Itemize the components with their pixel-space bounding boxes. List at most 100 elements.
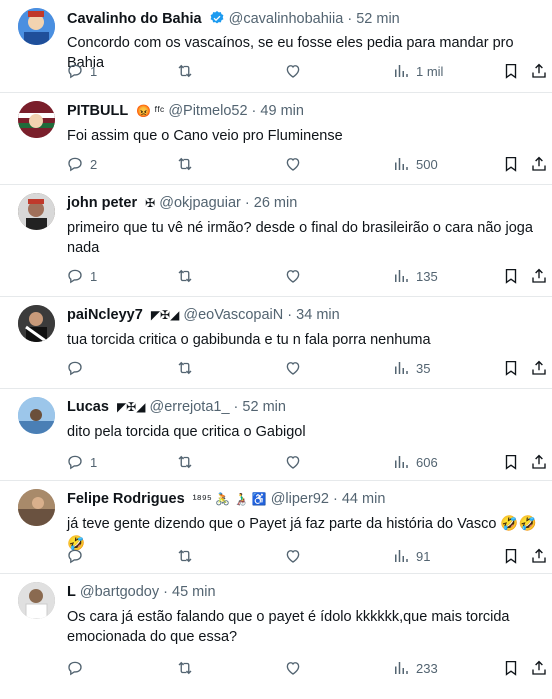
author-name[interactable]: john peter [67, 195, 137, 211]
author-name[interactable]: L [67, 584, 76, 600]
tweet[interactable]: L @bartgodoy · 45 min Os cara já estão f… [0, 574, 552, 699]
views-button[interactable]: 91 [392, 547, 430, 565]
tweet-time[interactable]: 52 min [356, 11, 400, 27]
author-handle[interactable]: @okjpaguiar [159, 195, 241, 211]
avatar-image-icon [18, 8, 55, 45]
author-symbols: 😡 ᶠᶠᶜ [136, 104, 165, 118]
reply-button[interactable]: 2 [66, 155, 97, 173]
share-button[interactable] [530, 267, 548, 285]
avatar[interactable] [18, 489, 55, 526]
reply-button[interactable]: 1 [66, 62, 97, 80]
avatar[interactable] [18, 193, 55, 230]
bookmark-button[interactable] [502, 359, 520, 377]
retweet-button[interactable] [176, 267, 194, 285]
like-button[interactable] [284, 547, 302, 565]
retweet-icon [178, 269, 192, 283]
author-name[interactable]: PITBULL [67, 103, 128, 119]
bookmark-button[interactable] [502, 453, 520, 471]
author-handle[interactable]: @liper92 [271, 491, 329, 507]
author-symbols: ¹⁸⁹⁵ 🚴 👨‍🦽 ♿ [192, 492, 267, 506]
like-button[interactable] [284, 359, 302, 377]
reply-button[interactable] [66, 547, 84, 565]
tweet[interactable]: Felipe Rodrigues ¹⁸⁹⁵ 🚴 👨‍🦽 ♿ @liper92 ·… [0, 481, 552, 574]
bookmark-button[interactable] [502, 267, 520, 285]
share-button[interactable] [530, 547, 548, 565]
bookmark-button[interactable] [502, 547, 520, 565]
views-button[interactable]: 233 [392, 659, 438, 677]
avatar[interactable] [18, 582, 55, 619]
tweet[interactable]: paiNcleyy7 ◤✠◢ @eoVascopaiN · 34 min tua… [0, 297, 552, 389]
retweet-button[interactable] [176, 453, 194, 471]
like-icon [286, 362, 300, 375]
views-button[interactable]: 1 mil [392, 62, 443, 80]
views-button[interactable]: 35 [392, 359, 430, 377]
retweet-button[interactable] [176, 547, 194, 565]
views-button[interactable]: 135 [392, 267, 438, 285]
avatar-image-icon [18, 582, 55, 619]
like-button[interactable] [284, 453, 302, 471]
author-handle[interactable]: @eoVascopaiN [183, 307, 283, 323]
views-button[interactable]: 606 [392, 453, 438, 471]
like-icon [286, 65, 300, 78]
tweet-header: PITBULL 😡 ᶠᶠᶜ @Pitmelo52 · 49 min [67, 103, 304, 119]
bookmark-icon [505, 360, 517, 376]
reply-button[interactable] [66, 659, 84, 677]
retweet-button[interactable] [176, 155, 194, 173]
retweet-button[interactable] [176, 359, 194, 377]
bookmark-button[interactable] [502, 62, 520, 80]
like-button[interactable] [284, 62, 302, 80]
avatar[interactable] [18, 305, 55, 342]
tweet[interactable]: PITBULL 😡 ᶠᶠᶜ @Pitmelo52 · 49 min Foi as… [0, 93, 552, 185]
retweet-button[interactable] [176, 62, 194, 80]
reply-icon [68, 157, 82, 172]
share-button[interactable] [530, 453, 548, 471]
views-button[interactable]: 500 [392, 155, 438, 173]
tweet-time[interactable]: 44 min [342, 491, 386, 507]
like-button[interactable] [284, 267, 302, 285]
share-button[interactable] [530, 155, 548, 173]
author-handle[interactable]: @Pitmelo52 [168, 103, 247, 119]
tweet-actions: 1 606 [62, 453, 552, 473]
tweet[interactable]: john peter ✠ @okjpaguiar · 26 min primei… [0, 185, 552, 297]
bookmark-icon [505, 660, 517, 676]
bookmark-button[interactable] [502, 659, 520, 677]
reply-icon [68, 361, 82, 376]
author-handle[interactable]: @cavalinhobahiia [229, 11, 344, 27]
retweet-button[interactable] [176, 659, 194, 677]
reply-button[interactable] [66, 359, 84, 377]
separator-dot: · [287, 307, 293, 323]
author-name[interactable]: Felipe Rodrigues [67, 491, 185, 507]
tweet-time[interactable]: 45 min [172, 584, 216, 600]
reply-button[interactable]: 1 [66, 267, 97, 285]
author-handle[interactable]: @bartgodoy [80, 584, 159, 600]
bookmark-icon [505, 268, 517, 284]
tweet[interactable]: Lucas ◤✠◢ @errejota1_ · 52 min dito pela… [0, 389, 552, 481]
share-button[interactable] [530, 62, 548, 80]
tweet-actions: 91 [62, 547, 552, 567]
like-button[interactable] [284, 659, 302, 677]
share-button[interactable] [530, 359, 548, 377]
tweet-time[interactable]: 52 min [242, 399, 286, 415]
author-name[interactable]: Cavalinho do Bahia [67, 11, 202, 27]
share-button[interactable] [530, 659, 548, 677]
author-name[interactable]: Lucas [67, 399, 109, 415]
like-icon [286, 456, 300, 469]
tweet-time[interactable]: 26 min [254, 195, 298, 211]
bookmark-button[interactable] [502, 155, 520, 173]
views-count: 135 [416, 268, 438, 284]
retweet-icon [178, 549, 192, 563]
tweet-time[interactable]: 49 min [260, 103, 304, 119]
tweet-time[interactable]: 34 min [296, 307, 340, 323]
separator-dot: · [347, 11, 353, 27]
author-handle[interactable]: @errejota1_ [150, 399, 230, 415]
tweet[interactable]: Cavalinho do Bahia @cavalinhobahiia · 52… [0, 0, 552, 93]
avatar[interactable] [18, 397, 55, 434]
reply-button[interactable]: 1 [66, 453, 97, 471]
author-name[interactable]: paiNcleyy7 [67, 307, 143, 323]
like-button[interactable] [284, 155, 302, 173]
reply-count: 1 [90, 63, 98, 79]
tweet-text: Os cara já estão falando que o payet é í… [67, 609, 510, 645]
avatar[interactable] [18, 101, 55, 138]
separator-dot: · [332, 491, 338, 507]
avatar[interactable] [18, 8, 55, 45]
